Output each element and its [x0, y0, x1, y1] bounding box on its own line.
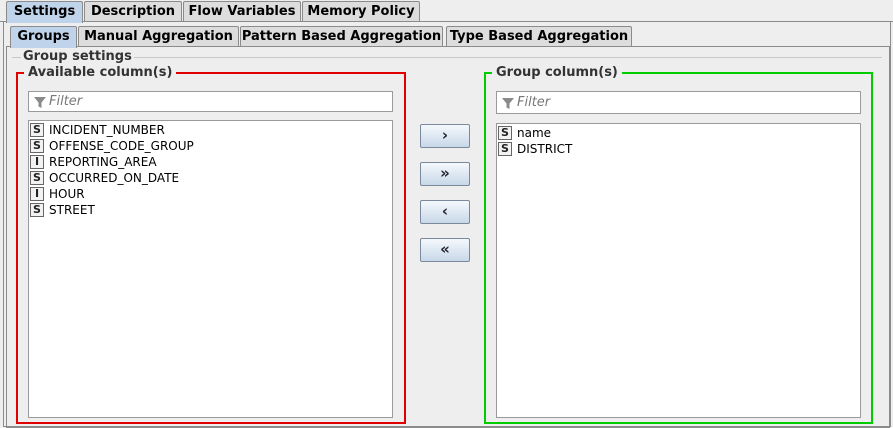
column-name: OFFENSE_CODE_GROUP — [49, 139, 194, 153]
tab-description[interactable]: Description — [84, 1, 182, 22]
integer-type-icon: I — [30, 155, 44, 169]
column-name: HOUR — [49, 187, 85, 201]
group-settings-separator — [12, 57, 882, 58]
tab-groups[interactable]: Groups — [10, 26, 77, 48]
list-item[interactable]: S OCCURRED_ON_DATE — [29, 170, 392, 186]
string-type-icon: S — [30, 139, 44, 153]
remove-button[interactable]: ‹ — [420, 200, 470, 224]
integer-type-icon: I — [30, 187, 44, 201]
string-type-icon: S — [30, 203, 44, 217]
add-all-button[interactable]: » — [420, 162, 470, 186]
group-filter-input[interactable] — [517, 94, 858, 111]
tab-pattern-based-aggregation[interactable]: Pattern Based Aggregation — [240, 26, 443, 47]
list-item[interactable]: S DISTRICT — [497, 141, 860, 157]
sub-tab-bar: Groups Manual Aggregation Pattern Based … — [0, 26, 893, 48]
top-tab-bar: Settings Description Flow Variables Memo… — [0, 1, 893, 23]
available-filter-field[interactable] — [28, 91, 393, 112]
add-button[interactable]: › — [420, 124, 470, 148]
group-columns-title: Group column(s) — [492, 65, 622, 80]
available-columns-title: Available column(s) — [24, 65, 177, 80]
column-name: OCCURRED_ON_DATE — [49, 171, 180, 185]
tab-type-based-aggregation[interactable]: Type Based Aggregation — [446, 26, 632, 47]
available-filter-input[interactable] — [49, 93, 390, 110]
filter-icon — [502, 98, 514, 109]
remove-all-button[interactable]: « — [420, 238, 470, 262]
group-columns-list[interactable]: Sname S DISTRICT — [496, 123, 861, 418]
tab-flow-variables[interactable]: Flow Variables — [183, 1, 301, 22]
tab-settings[interactable]: Settings — [6, 1, 83, 23]
column-name: STREET — [49, 203, 95, 217]
string-type-icon: S — [498, 142, 512, 156]
column-name: REPORTING_AREA — [49, 155, 157, 169]
string-type-icon: S — [498, 126, 512, 140]
tab-memory-policy[interactable]: Memory Policy — [302, 1, 420, 22]
filter-icon — [34, 97, 46, 108]
list-item[interactable]: S STREET — [29, 202, 392, 218]
list-item[interactable]: S OFFENSE_CODE_GROUP — [29, 138, 392, 154]
string-type-icon: S — [30, 123, 44, 137]
list-item[interactable]: I REPORTING_AREA — [29, 154, 392, 170]
column-name: DISTRICT — [517, 142, 573, 156]
list-item[interactable]: I HOUR — [29, 186, 392, 202]
string-type-icon: S — [30, 171, 44, 185]
column-name: INCIDENT_NUMBER — [49, 123, 165, 137]
list-item[interactable]: S INCIDENT_NUMBER — [29, 122, 392, 138]
tab-manual-aggregation[interactable]: Manual Aggregation — [78, 26, 239, 47]
list-item[interactable]: Sname — [497, 125, 860, 141]
available-columns-list[interactable]: S INCIDENT_NUMBER S OFFENSE_CODE_GROUP I RE… — [28, 120, 393, 418]
column-name: name — [517, 126, 552, 140]
group-settings-title: Group settings — [21, 49, 134, 64]
group-filter-field[interactable] — [496, 91, 861, 114]
